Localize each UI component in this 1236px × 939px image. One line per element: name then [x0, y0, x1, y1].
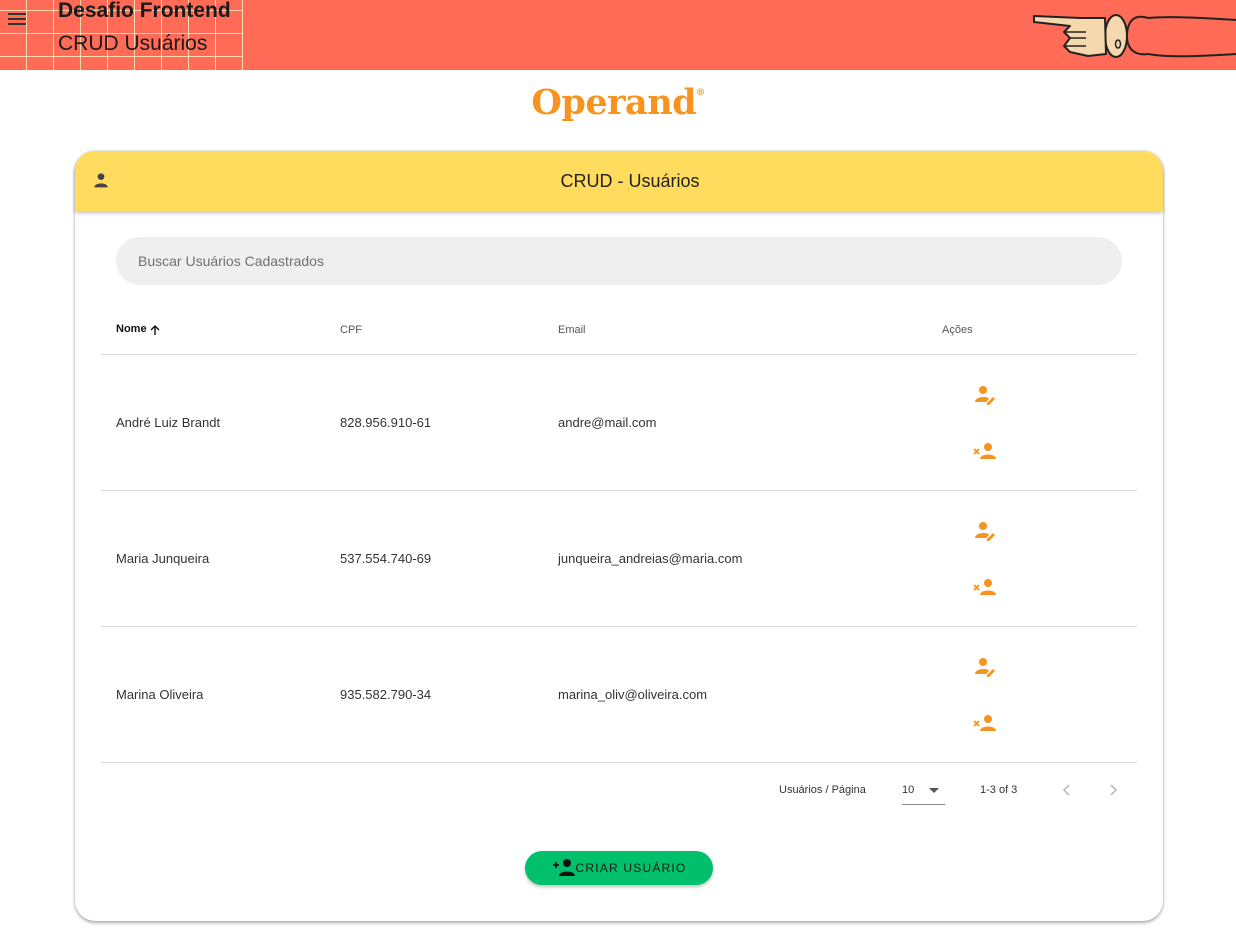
cell-name: Maria Junqueira: [101, 490, 340, 627]
cell-cpf: 537.554.740-69: [340, 490, 558, 627]
remove-user-icon[interactable]: [973, 575, 997, 599]
cell-name: Marina Oliveira: [101, 626, 340, 763]
app-header: Desafio Frontend CRUD Usuários: [0, 0, 1236, 70]
table-row: Maria Junqueira 537.554.740-69 junqueira…: [101, 490, 1137, 627]
table-header-row: Nome CPF Email Ações: [101, 305, 1137, 355]
column-header-nome[interactable]: Nome: [101, 305, 340, 355]
pagination: Usuários / Página 10 1-3 of 3: [75, 776, 1163, 805]
cell-actions: [942, 626, 1137, 763]
card-title: CRUD - Usuários: [560, 171, 700, 191]
table-row: Marina Oliveira 935.582.790-34 marina_ol…: [101, 626, 1137, 763]
users-table: Nome CPF Email Ações André Luiz Brandt 8…: [101, 305, 1137, 763]
add-user-icon: [552, 859, 575, 876]
cell-name: André Luiz Brandt: [101, 354, 340, 491]
cell-actions: [942, 354, 1137, 491]
table-row: André Luiz Brandt 828.956.910-61 andre@m…: [101, 354, 1137, 491]
column-header-acoes: Ações: [942, 305, 1137, 355]
column-header-cpf[interactable]: CPF: [340, 305, 558, 355]
chevron-right-icon[interactable]: [1103, 780, 1123, 800]
cell-cpf: 828.956.910-61: [340, 354, 558, 491]
column-header-email[interactable]: Email: [558, 305, 942, 355]
card-header: CRUD - Usuários: [75, 151, 1163, 211]
cell-email: marina_oliv@oliveira.com: [558, 626, 942, 763]
operand-logo: Operand®: [531, 82, 705, 123]
cell-email: andre@mail.com: [558, 354, 942, 491]
rows-per-page-label: Usuários / Página: [779, 784, 866, 796]
remove-user-icon[interactable]: [973, 439, 997, 463]
sort-ascending-icon: [150, 324, 160, 335]
cell-cpf: 935.582.790-34: [340, 626, 558, 763]
rows-per-page-value: 10: [902, 784, 915, 796]
cell-email: junqueira_andreias@maria.com: [558, 490, 942, 627]
rows-per-page-select[interactable]: 10: [902, 778, 945, 805]
cell-actions: [942, 490, 1137, 627]
create-user-label: CRIAR USUÁRIO: [575, 861, 687, 875]
pointing-hand-illustration: [1033, 14, 1236, 58]
app-title: Desafio Frontend: [58, 0, 231, 22]
caret-down-icon: [929, 788, 939, 793]
remove-user-icon[interactable]: [973, 711, 997, 735]
page-range: 1-3 of 3: [980, 784, 1018, 796]
menu-icon[interactable]: [6, 11, 28, 27]
users-card: CRUD - Usuários Nome CPF Email Ações And…: [75, 151, 1163, 921]
create-user-button[interactable]: CRIAR USUÁRIO: [525, 851, 713, 885]
chevron-left-icon[interactable]: [1057, 780, 1077, 800]
edit-user-icon[interactable]: [973, 655, 997, 679]
app-subtitle: CRUD Usuários: [58, 32, 208, 55]
edit-user-icon[interactable]: [973, 383, 997, 407]
search-input[interactable]: [116, 237, 1122, 285]
edit-user-icon[interactable]: [973, 519, 997, 543]
